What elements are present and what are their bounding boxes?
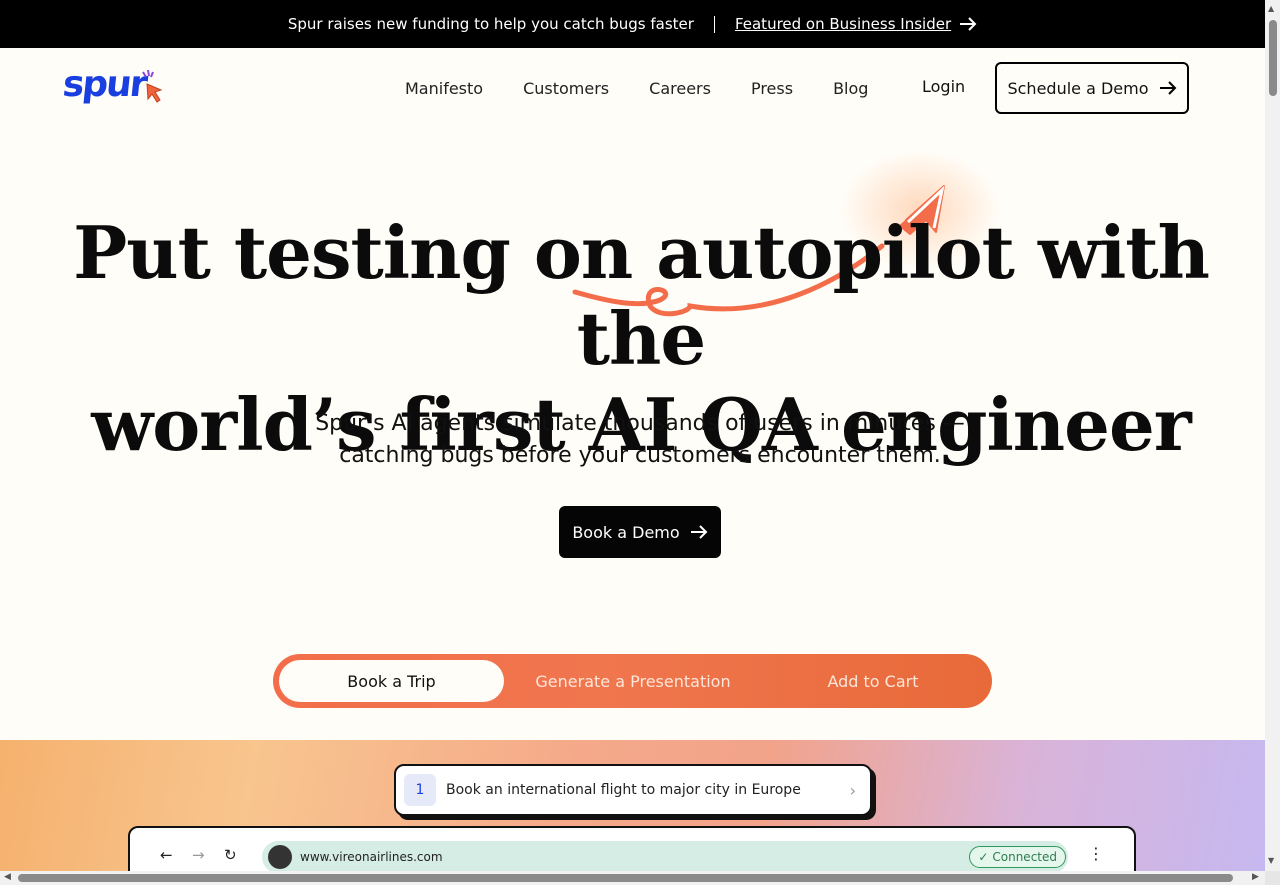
use-case-tabs: Book a Trip Generate a Presentation Add …	[273, 654, 992, 708]
cursor-logo-icon	[142, 70, 163, 103]
site-favicon-icon	[268, 845, 292, 869]
connected-badge: ✓ Connected	[969, 846, 1066, 868]
hero-subtitle: Spur’s AI agents simulate thousands of u…	[0, 408, 1280, 472]
vertical-scroll-thumb[interactable]	[1269, 20, 1277, 96]
tab-book-a-trip[interactable]: Book a Trip	[279, 660, 504, 702]
arrow-right-icon	[960, 17, 977, 31]
top-nav: spur Manifesto Customers Careers Press B…	[0, 48, 1265, 128]
forward-arrow-icon[interactable]: →	[192, 846, 205, 864]
connected-label: Connected	[992, 850, 1057, 864]
check-circle-icon: ✓	[978, 850, 989, 864]
nav-link-careers[interactable]: Careers	[649, 79, 711, 98]
nav-link-press[interactable]: Press	[751, 79, 793, 98]
book-demo-button[interactable]: Book a Demo	[559, 506, 721, 558]
announcement-divider	[713, 15, 715, 33]
scroll-left-icon[interactable]: ◀	[4, 872, 11, 882]
horizontal-scrollbar[interactable]: ◀ ▶	[0, 871, 1265, 885]
url-text: www.vireonairlines.com	[300, 850, 443, 864]
address-bar[interactable]: www.vireonairlines.com ✓ Connected	[262, 841, 1068, 871]
arrow-right-icon	[690, 525, 708, 539]
chevron-right-icon: ›	[849, 780, 856, 800]
vertical-scrollbar[interactable]: ▲ ▼	[1265, 0, 1280, 885]
scroll-up-icon[interactable]: ▲	[1268, 4, 1274, 13]
horizontal-scroll-thumb[interactable]	[18, 874, 1233, 882]
hero-subtitle-line-1: Spur’s AI agents simulate thousands of u…	[315, 411, 965, 436]
spur-logo[interactable]: spur	[60, 64, 167, 110]
nav-links: Manifesto Customers Careers Press Blog	[405, 48, 868, 128]
hero-subtitle-line-2: catching bugs before your customers enco…	[339, 443, 941, 468]
arrow-right-icon	[1159, 81, 1176, 95]
book-demo-label: Book a Demo	[572, 522, 680, 542]
login-link[interactable]: Login	[922, 77, 965, 96]
task-text: Book an international flight to major ci…	[446, 782, 801, 798]
back-arrow-icon[interactable]: ←	[160, 846, 173, 864]
business-insider-link-label: Featured on Business Insider	[734, 15, 952, 33]
schedule-demo-button[interactable]: Schedule a Demo	[995, 62, 1189, 114]
logo-wordmark: spur	[60, 64, 148, 105]
tab-generate-presentation[interactable]: Generate a Presentation	[523, 660, 743, 702]
demo-preview: 1 Book an international flight to major …	[0, 740, 1265, 871]
scroll-down-icon[interactable]: ▼	[1268, 856, 1274, 865]
task-number: 1	[404, 774, 436, 806]
tab-add-to-cart[interactable]: Add to Cart	[773, 660, 973, 702]
task-card[interactable]: 1 Book an international flight to major …	[394, 764, 872, 816]
more-options-icon[interactable]: ⋮	[1088, 844, 1104, 863]
nav-link-blog[interactable]: Blog	[833, 79, 868, 98]
business-insider-link[interactable]: Featured on Business Insider	[735, 15, 977, 33]
nav-link-manifesto[interactable]: Manifesto	[405, 79, 483, 98]
schedule-demo-label: Schedule a Demo	[1007, 78, 1149, 98]
reload-icon[interactable]: ↻	[224, 846, 237, 864]
hero-title-line-1: Put testing on autopilot with the	[73, 210, 1210, 381]
nav-link-customers[interactable]: Customers	[523, 79, 609, 98]
announcement-bar: Spur raises new funding to help you catc…	[0, 0, 1265, 48]
announcement-text: Spur raises new funding to help you catc…	[287, 15, 694, 33]
scroll-right-icon[interactable]: ▶	[1252, 872, 1259, 882]
browser-window: ← → ↻ www.vireonairlines.com ✓ Connected…	[128, 826, 1136, 871]
scrollbar-corner	[1265, 871, 1280, 885]
